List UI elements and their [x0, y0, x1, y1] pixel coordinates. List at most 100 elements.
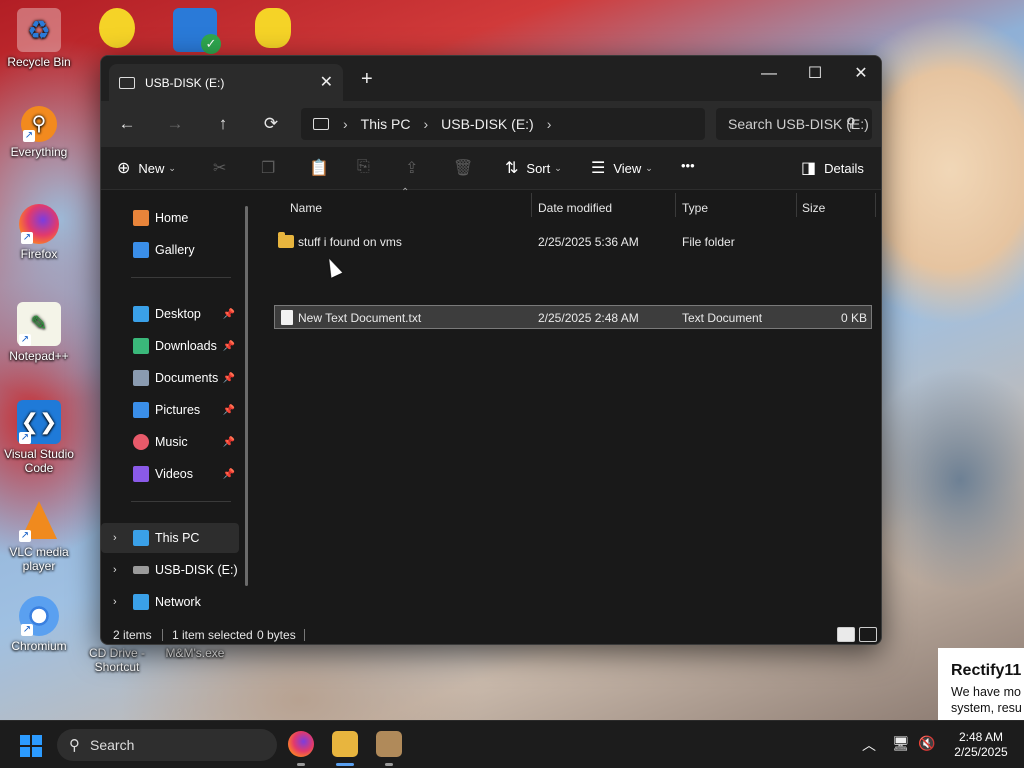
share-button[interactable]: ⇪: [405, 158, 426, 178]
show-hidden-icons-chevron-icon[interactable]: ︿: [862, 735, 876, 755]
pin-icon[interactable]: 📌: [223, 309, 235, 320]
taskbar-search[interactable]: ⚲ Search: [57, 729, 277, 761]
details-view-button[interactable]: [837, 627, 855, 642]
new-tab-button[interactable]: +: [361, 68, 373, 91]
close-button[interactable]: ✕: [838, 60, 881, 88]
sidebar-item-usb-disk[interactable]: › USB-DISK (E:): [101, 555, 239, 585]
column-header-type[interactable]: Type: [682, 196, 708, 220]
drive-icon: [119, 76, 135, 89]
app-installer-taskbar-icon[interactable]: [376, 731, 402, 757]
pin-icon[interactable]: 📌: [223, 405, 235, 416]
up-button[interactable]: ↑: [209, 110, 237, 138]
chevron-right-icon[interactable]: ›: [113, 596, 117, 608]
pin-icon[interactable]: 📌: [223, 437, 235, 448]
column-header-name[interactable]: Name: [290, 196, 322, 220]
sidebar-item-music[interactable]: Music 📌: [101, 427, 239, 457]
desktop-icon-mms-exe[interactable]: M&M's.exe: [156, 646, 234, 660]
chevron-right-icon[interactable]: ›: [343, 116, 348, 132]
column-divider[interactable]: [796, 193, 797, 217]
rename-button[interactable]: ⎘: [357, 158, 378, 176]
view-button[interactable]: ☰ View ⌄: [591, 158, 653, 178]
delete-button[interactable]: 🗑: [453, 158, 481, 178]
desktop-icon-vscode[interactable]: ❮❯ ↗ Visual Studio Code: [0, 400, 78, 475]
title-bar[interactable]: USB-DISK (E:) ✕ + — ☐ ✕: [101, 56, 881, 101]
address-bar[interactable]: › This PC › USB-DISK (E:) ›: [301, 108, 705, 140]
column-divider[interactable]: [531, 193, 532, 217]
minimize-button[interactable]: —: [746, 60, 792, 88]
network-tray-icon[interactable]: 🖥: [892, 735, 910, 752]
sidebar-item-label: Pictures: [155, 403, 201, 417]
paste-button[interactable]: 📋: [309, 158, 337, 178]
column-header-size[interactable]: Size: [802, 196, 825, 220]
pin-icon[interactable]: 📌: [223, 341, 235, 352]
back-button[interactable]: ←: [113, 110, 141, 138]
desktop-icon-firefox[interactable]: ↗ Firefox: [0, 204, 78, 261]
forward-button[interactable]: →: [161, 110, 189, 138]
sidebar-item-home[interactable]: Home: [101, 203, 239, 233]
sidebar-item-videos[interactable]: Videos 📌: [101, 459, 239, 489]
tiles-view-button[interactable]: [859, 627, 877, 642]
new-button[interactable]: ⊕ New ⌄: [117, 158, 176, 178]
volume-muted-icon[interactable]: 🔇: [918, 735, 935, 752]
desktop-icon-homer[interactable]: [78, 8, 156, 51]
sidebar-item-documents[interactable]: Documents 📌: [101, 363, 239, 393]
details-button[interactable]: ◨ Details: [801, 158, 864, 178]
pin-icon[interactable]: 📌: [223, 469, 235, 480]
copy-icon: ❐: [261, 160, 276, 177]
sidebar-item-label: Network: [155, 595, 201, 609]
search-icon[interactable]: ⚲: [846, 115, 856, 131]
desktop-icon-everything[interactable]: ⚲ ↗ Everything: [0, 106, 78, 159]
details-pane-icon: ◨: [801, 160, 817, 177]
sidebar-item-network[interactable]: › Network: [101, 587, 239, 617]
sort-label: Sort: [526, 160, 551, 176]
maximize-button[interactable]: ☐: [792, 60, 838, 88]
file-list: ⌃ Name Date modified Type Size stuff i f…: [261, 187, 876, 621]
copy-button[interactable]: ❐: [261, 158, 283, 178]
column-divider[interactable]: [875, 193, 876, 217]
sort-button[interactable]: ⇅ Sort ⌄: [505, 158, 562, 178]
tab-close-icon[interactable]: ✕: [320, 72, 333, 92]
breadcrumb-this-pc[interactable]: This PC: [361, 116, 411, 132]
navigation-bar: ← → ↑ ⟳ › This PC › USB-DISK (E:) › ⚲: [101, 101, 881, 147]
column-divider[interactable]: [675, 193, 676, 217]
sidebar-scrollbar[interactable]: [245, 206, 248, 586]
rectify11-notification[interactable]: Rectify11 We have mo system, resu: [951, 662, 1024, 718]
desktop-icon-lisa[interactable]: [234, 8, 312, 51]
desktop-icon-cd-drive[interactable]: CD Drive - Shortcut: [78, 646, 156, 674]
firefox-taskbar-icon[interactable]: [288, 731, 314, 757]
text-file-icon: [281, 310, 293, 325]
divider: [131, 277, 231, 278]
chevron-right-icon[interactable]: ›: [113, 564, 117, 576]
chevron-right-icon[interactable]: ›: [113, 532, 117, 544]
file-row[interactable]: stuff i found on vms 2/25/2025 5:36 AM F…: [274, 230, 872, 254]
pin-icon[interactable]: 📌: [223, 373, 235, 384]
sidebar-item-pictures[interactable]: Pictures 📌: [101, 395, 239, 425]
start-button[interactable]: [20, 735, 42, 757]
cut-button[interactable]: ✂: [213, 158, 234, 178]
file-explorer-taskbar-icon[interactable]: [332, 731, 358, 757]
system-clock[interactable]: 2:48 AM 2/25/2025: [946, 730, 1016, 760]
tab-usb-disk[interactable]: USB-DISK (E:) ✕: [109, 64, 343, 101]
breadcrumb-usb-disk[interactable]: USB-DISK (E:): [441, 116, 534, 132]
desktop-icon-notepadpp[interactable]: ✎ ↗ Notepad++: [0, 302, 78, 363]
desktop-icon-vlc[interactable]: ↗ VLC media player: [0, 498, 78, 573]
windows-logo-icon: [20, 735, 30, 745]
sidebar-item-label: Videos: [155, 467, 193, 481]
chromium-icon: ↗: [19, 596, 59, 636]
sidebar-item-this-pc[interactable]: › This PC: [101, 523, 239, 553]
sidebar-item-gallery[interactable]: Gallery: [101, 235, 239, 265]
chevron-right-icon[interactable]: ›: [547, 116, 552, 132]
refresh-button[interactable]: ⟳: [257, 110, 285, 138]
sidebar-item-downloads[interactable]: Downloads 📌: [101, 331, 239, 361]
file-type: Text Document: [682, 311, 763, 325]
taskbar-search-label: Search: [90, 737, 135, 753]
desktop-icon-windows-update[interactable]: ✓: [156, 8, 234, 55]
sidebar-item-desktop[interactable]: Desktop 📌: [101, 299, 239, 329]
desktop-icon-chromium[interactable]: ↗ Chromium: [0, 596, 78, 653]
file-row-selected[interactable]: New Text Document.txt 2/25/2025 2:48 AM …: [274, 305, 872, 329]
desktop-icon-recycle-bin[interactable]: ♻ Recycle Bin: [0, 8, 78, 69]
more-options-button[interactable]: •••: [681, 158, 695, 173]
column-header-date-modified[interactable]: Date modified: [538, 196, 612, 220]
navigation-pane: Home Gallery Desktop 📌 Downloads 📌 Docum…: [101, 191, 251, 621]
chevron-right-icon[interactable]: ›: [423, 116, 428, 132]
